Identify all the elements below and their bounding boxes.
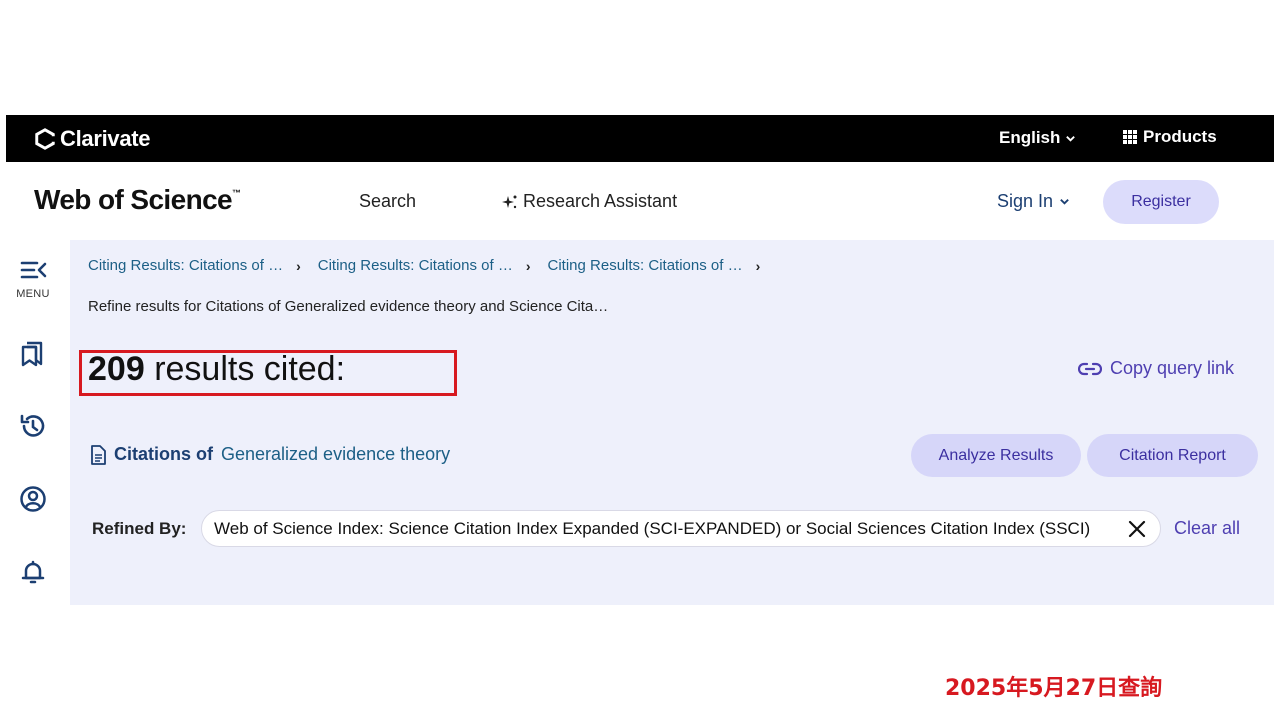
nav-search-link[interactable]: Search <box>359 191 416 212</box>
bookmark-icon <box>21 341 43 367</box>
menu-label: MENU <box>16 288 50 300</box>
breadcrumb-link-2[interactable]: Citing Results: Citations of … <box>318 257 513 274</box>
citations-of-line: Citations of Generalized evidence theory <box>90 444 450 465</box>
bell-icon <box>21 560 45 584</box>
breadcrumb: Citing Results: Citations of … › Citing … <box>88 257 777 274</box>
account-icon <box>20 486 46 512</box>
breadcrumb-link-3[interactable]: Citing Results: Citations of … <box>548 257 743 274</box>
cited-article-title[interactable]: Generalized evidence theory <box>221 444 450 465</box>
sign-in-label: Sign In <box>997 191 1054 211</box>
left-sidebar: MENU <box>6 240 70 605</box>
wos-header: Web of Science™ Search Research Assistan… <box>6 162 1274 240</box>
refine-description: Refine results for Citations of Generali… <box>88 298 609 315</box>
history-icon <box>20 414 45 437</box>
chevron-right-icon: › <box>525 257 531 274</box>
highlight-box <box>79 350 457 396</box>
filter-chip: Web of Science Index: Science Citation I… <box>201 510 1161 547</box>
chevron-down-icon <box>1060 199 1069 205</box>
web-of-science-logo[interactable]: Web of Science™ <box>34 184 241 216</box>
clear-all-link[interactable]: Clear all <box>1174 518 1240 539</box>
citation-report-button[interactable]: Citation Report <box>1087 434 1258 477</box>
filter-chip-text: Web of Science Index: Science Citation I… <box>214 518 1091 538</box>
clarivate-logo[interactable]: Clarivate <box>34 126 151 152</box>
nav-research-assistant-link[interactable]: Research Assistant <box>502 191 677 212</box>
document-icon <box>91 444 106 465</box>
sparkle-icon <box>502 195 517 208</box>
alerts-nav[interactable] <box>6 558 60 586</box>
language-label: English <box>999 128 1061 147</box>
clarivate-topbar: Clarivate English Products <box>6 115 1274 162</box>
citations-of-label: Citations of <box>114 444 213 464</box>
query-date-annotation: 2025年5月27日查詢 <box>945 676 1163 701</box>
account-nav[interactable] <box>6 485 60 513</box>
research-assistant-label: Research Assistant <box>523 191 678 211</box>
products-label: Products <box>1143 127 1217 146</box>
register-button[interactable]: Register <box>1103 180 1219 224</box>
link-icon <box>1078 362 1102 375</box>
refined-by-label: Refined By: <box>92 519 187 538</box>
copy-query-link-label: Copy query link <box>1110 358 1235 378</box>
close-icon[interactable] <box>1126 518 1148 540</box>
sign-in-menu[interactable]: Sign In <box>997 191 1070 212</box>
language-selector[interactable]: English <box>999 128 1076 148</box>
chevron-right-icon: › <box>755 257 761 274</box>
menu-collapse-icon <box>20 261 47 279</box>
chevron-down-icon <box>1066 135 1076 142</box>
copy-query-link[interactable]: Copy query link <box>1078 358 1234 379</box>
marked-list-nav[interactable] <box>6 339 60 367</box>
clarivate-brand-text: Clarivate <box>60 126 151 151</box>
wos-logo-text: Web of Science <box>34 184 233 215</box>
clarivate-logo-icon <box>35 128 56 150</box>
products-menu[interactable]: Products <box>1123 127 1217 147</box>
menu-toggle[interactable]: MENU <box>6 256 60 300</box>
chevron-right-icon: › <box>296 257 301 274</box>
breadcrumb-link-1[interactable]: Citing Results: Citations of … <box>88 257 283 274</box>
wos-logo-tm: ™ <box>232 188 241 198</box>
grid-icon <box>1123 130 1137 144</box>
results-panel: Citing Results: Citations of … › Citing … <box>70 240 1274 605</box>
history-nav[interactable] <box>6 412 60 440</box>
analyze-results-button[interactable]: Analyze Results <box>911 434 1081 477</box>
